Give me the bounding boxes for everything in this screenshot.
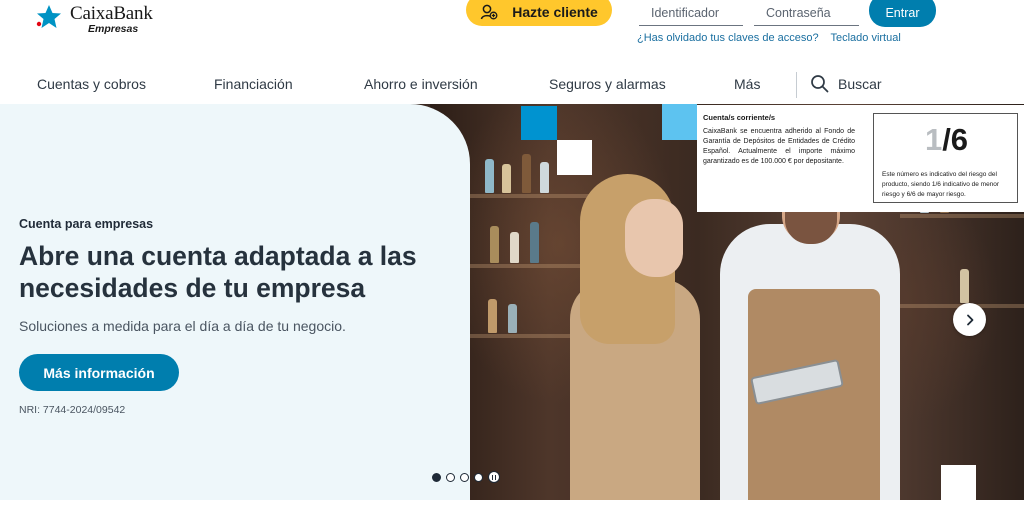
- decor-square-blue: [521, 106, 557, 140]
- brand-name: CaixaBank: [70, 3, 153, 24]
- nav-item-mas[interactable]: Más: [734, 76, 760, 92]
- info-body: CaixaBank se encuentra adherido al Fondo…: [703, 128, 855, 165]
- nav-item-ahorro[interactable]: Ahorro e inversión: [364, 76, 478, 92]
- nav-item-cuentas[interactable]: Cuentas y cobros: [37, 76, 146, 92]
- nri-code: NRI: 7744-2024/09542: [19, 404, 126, 416]
- carousel-dot-4[interactable]: [474, 472, 483, 482]
- carousel-dot-3[interactable]: [460, 472, 469, 482]
- search-icon: [811, 75, 829, 93]
- forgot-credentials-link[interactable]: ¿Has olvidado tus claves de acceso?: [637, 32, 819, 44]
- brand-logo[interactable]: CaixaBank Empresas: [34, 4, 153, 35]
- risk-total: /6: [942, 122, 969, 157]
- search-button[interactable]: Buscar: [810, 74, 882, 93]
- decor-square-white-bottom: [941, 465, 976, 500]
- carousel-next-button[interactable]: [953, 303, 986, 336]
- carousel-pagination: [432, 471, 500, 483]
- nav-item-financiacion[interactable]: Financiación: [214, 76, 293, 92]
- decor-square-light-blue: [662, 104, 697, 140]
- decor-square-white: [557, 140, 592, 175]
- carousel-dot-1[interactable]: [432, 472, 441, 482]
- chevron-right-icon: [966, 314, 973, 325]
- become-client-label: Hazte cliente: [512, 4, 598, 20]
- virtual-keyboard-link[interactable]: Teclado virtual: [830, 32, 900, 44]
- become-client-button[interactable]: Hazte cliente: [466, 0, 612, 26]
- user-add-icon: [480, 3, 498, 21]
- search-label: Buscar: [838, 75, 882, 92]
- hero-headline: Abre una cuenta adaptada a las necesidad…: [19, 241, 417, 303]
- login-button[interactable]: Entrar: [869, 0, 936, 27]
- identifier-input[interactable]: Identificador: [639, 0, 743, 26]
- nav-divider: [796, 72, 797, 98]
- info-title: Cuenta/s corriente/s: [703, 113, 776, 122]
- main-nav: Cuentas y cobros Financiación Ahorro e i…: [0, 64, 1024, 104]
- risk-value: 1: [924, 122, 943, 157]
- page-bottom-strip: [0, 500, 1024, 505]
- nav-item-seguros[interactable]: Seguros y alarmas: [549, 76, 666, 92]
- brand-subtitle: Empresas: [88, 23, 139, 35]
- carousel-dot-2[interactable]: [446, 472, 455, 482]
- risk-indicator: 1/6 Este número es indicativo del riesgo…: [873, 113, 1018, 203]
- more-info-button[interactable]: Más información: [19, 354, 179, 391]
- password-input[interactable]: Contraseña: [754, 0, 859, 26]
- hero-subtext: Soluciones a medida para el día a día de…: [19, 318, 346, 334]
- pause-icon[interactable]: [488, 471, 500, 483]
- deposit-guarantee-box: Cuenta/s corriente/s CaixaBank se encuen…: [697, 105, 1024, 212]
- caixabank-star-icon: [36, 5, 61, 28]
- risk-description: Este número es indicativo del riesgo del…: [882, 171, 1000, 198]
- hero-eyebrow: Cuenta para empresas: [19, 217, 154, 231]
